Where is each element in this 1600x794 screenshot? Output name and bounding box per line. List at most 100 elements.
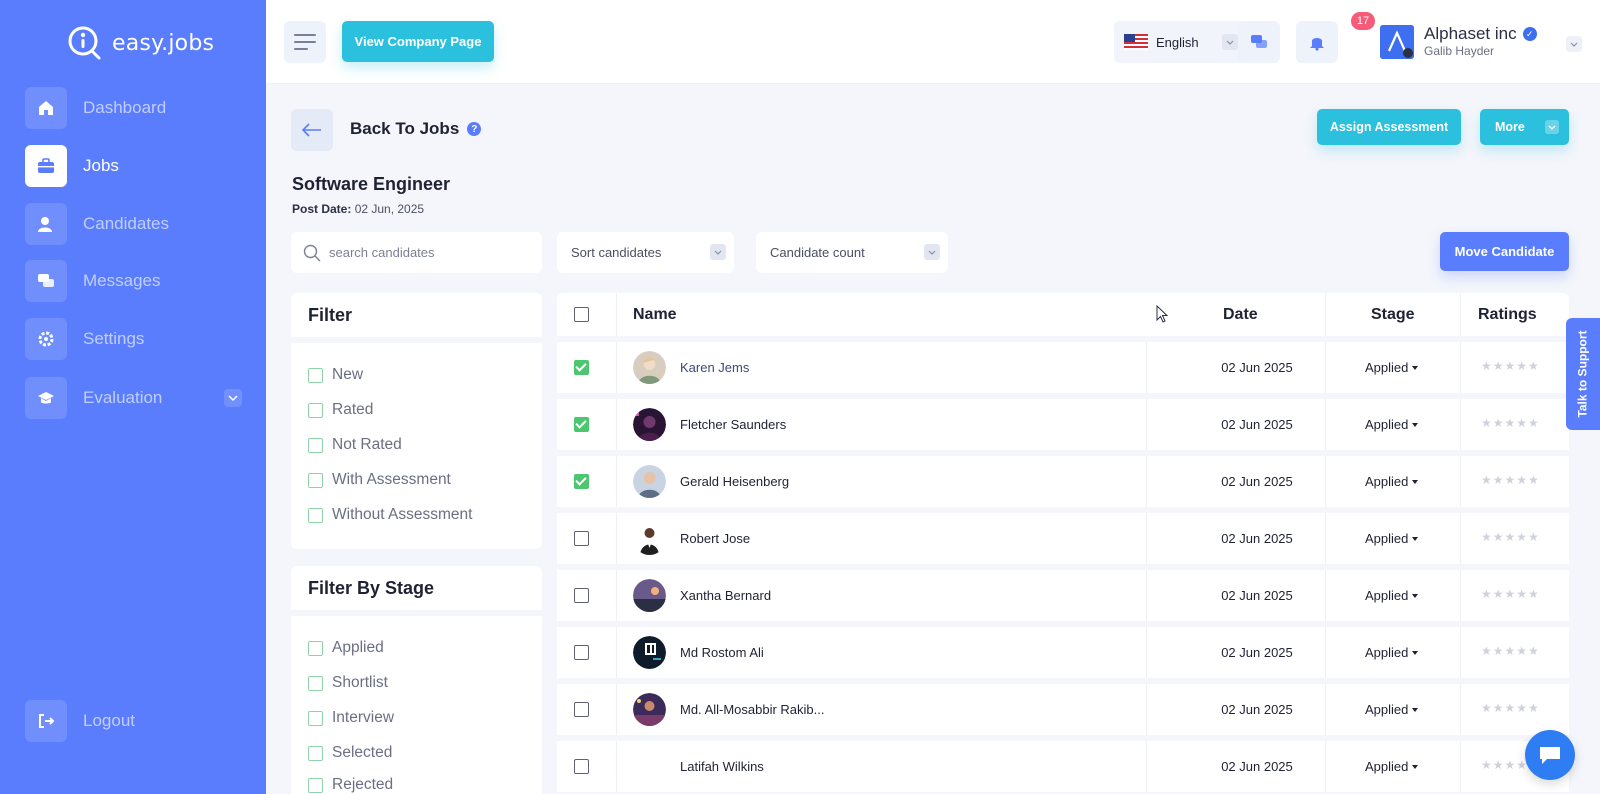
help-icon[interactable]: ?: [467, 122, 482, 136]
talk-to-support-tab[interactable]: Talk to Support: [1566, 318, 1600, 430]
row-checkbox[interactable]: [574, 759, 589, 774]
sidebar-item-settings[interactable]: Settings: [25, 318, 265, 360]
candidate-name[interactable]: Latifah Wilkins: [680, 759, 764, 774]
sort-candidates-select[interactable]: Sort candidates: [557, 232, 734, 273]
checkbox[interactable]: [308, 675, 323, 691]
assign-assessment-button[interactable]: Assign Assessment: [1317, 109, 1461, 145]
sidebar-item-dashboard[interactable]: Dashboard: [25, 87, 265, 129]
live-chat-button[interactable]: [1525, 730, 1575, 780]
table-row[interactable]: Karen Jems 02 Jun 2025 Applied ★★★★★: [557, 342, 1569, 393]
messages-button[interactable]: [1238, 21, 1280, 63]
move-candidate-button[interactable]: Move Candidate: [1440, 232, 1569, 271]
stage-dropdown[interactable]: Applied: [1365, 360, 1419, 375]
rating-stars[interactable]: ★★★★★: [1481, 359, 1540, 373]
table-row[interactable]: Fletcher Saunders 02 Jun 2025 Applied ★★★★★: [557, 399, 1569, 450]
checkbox[interactable]: [308, 745, 323, 761]
table-row[interactable]: Xantha Bernard 02 Jun 2025 Applied ★★★★★: [557, 570, 1569, 621]
candidate-count-select[interactable]: Candidate count: [756, 232, 948, 273]
row-checkbox[interactable]: [574, 531, 589, 546]
column-stage[interactable]: Stage: [1371, 306, 1415, 324]
stage-dropdown[interactable]: Applied: [1365, 645, 1419, 660]
table-row[interactable]: Robert Jose 02 Jun 2025 Applied ★★★★★: [557, 513, 1569, 564]
stage-dropdown[interactable]: Applied: [1365, 474, 1419, 489]
candidate-name[interactable]: Robert Jose: [680, 531, 750, 546]
menu-toggle-button[interactable]: [284, 21, 326, 63]
rating-stars[interactable]: ★★★★★: [1481, 416, 1540, 430]
checkbox[interactable]: [308, 472, 323, 488]
candidate-name[interactable]: Xantha Bernard: [680, 588, 771, 603]
sidebar-item-evaluation[interactable]: Evaluation: [25, 377, 265, 419]
stage-filter-interview[interactable]: Interview: [308, 709, 394, 727]
filter-with-assessment[interactable]: With Assessment: [308, 471, 451, 489]
filter-without-assessment[interactable]: Without Assessment: [308, 506, 472, 524]
candidate-name[interactable]: Karen Jems: [680, 360, 749, 375]
candidate-name[interactable]: Fletcher Saunders: [680, 417, 786, 432]
filter-new[interactable]: New: [308, 366, 363, 384]
checkbox[interactable]: [308, 710, 323, 726]
stage-filter-shortlist[interactable]: Shortlist: [308, 674, 388, 692]
search-input[interactable]: search candidates: [291, 232, 542, 273]
sidebar-item-jobs[interactable]: Jobs: [25, 145, 265, 187]
checkbox[interactable]: [308, 640, 323, 656]
language-select[interactable]: English: [1114, 21, 1246, 63]
row-checkbox[interactable]: [574, 417, 589, 432]
notifications-button[interactable]: [1296, 21, 1338, 63]
select-all-checkbox[interactable]: [574, 307, 589, 322]
rating-stars[interactable]: ★★★★★: [1481, 644, 1540, 658]
checkbox[interactable]: [308, 402, 323, 418]
logout-button[interactable]: Logout: [25, 700, 265, 742]
stage-dropdown[interactable]: Applied: [1365, 531, 1419, 546]
checkbox[interactable]: [308, 777, 323, 793]
filter-not-rated[interactable]: Not Rated: [308, 436, 402, 454]
rating-stars[interactable]: ★★★★★: [1481, 587, 1540, 601]
chevron-down-icon[interactable]: [224, 389, 242, 407]
candidate-avatar[interactable]: [633, 351, 666, 384]
stage-dropdown[interactable]: Applied: [1365, 702, 1419, 717]
candidate-name[interactable]: Md. All-Mosabbir Rakib...: [680, 702, 825, 717]
column-name[interactable]: Name: [633, 306, 677, 324]
candidate-name[interactable]: Gerald Heisenberg: [680, 474, 789, 489]
table-row[interactable]: Gerald Heisenberg 02 Jun 2025 Applied ★★★★★: [557, 456, 1569, 507]
company-avatar[interactable]: [1380, 25, 1414, 59]
candidate-avatar[interactable]: [633, 522, 666, 555]
candidate-avatar[interactable]: [633, 579, 666, 612]
chevron-down-icon[interactable]: [1566, 36, 1582, 52]
more-button[interactable]: More: [1480, 109, 1569, 145]
row-checkbox[interactable]: [574, 702, 589, 717]
row-checkbox[interactable]: [574, 588, 589, 603]
column-ratings[interactable]: Ratings: [1478, 306, 1537, 324]
checkbox[interactable]: [308, 437, 323, 453]
row-checkbox[interactable]: [574, 474, 589, 489]
rating-stars[interactable]: ★★★★★: [1481, 701, 1540, 715]
row-checkbox[interactable]: [574, 360, 589, 375]
candidate-avatar[interactable]: [633, 693, 666, 726]
candidate-avatar[interactable]: [633, 408, 666, 441]
table-row[interactable]: Md. All-Mosabbir Rakib... 02 Jun 2025 Appl…: [557, 684, 1569, 735]
stage-filter-rejected[interactable]: Rejected: [308, 776, 393, 794]
stage-filter-applied[interactable]: Applied: [308, 639, 384, 657]
candidate-avatar[interactable]: [633, 465, 666, 498]
filter-rated[interactable]: Rated: [308, 401, 373, 419]
sidebar-item-messages[interactable]: Messages: [25, 260, 265, 302]
candidate-avatar[interactable]: [633, 750, 666, 783]
company-name[interactable]: Alphaset inc ✓: [1424, 24, 1537, 44]
stage-dropdown[interactable]: Applied: [1365, 417, 1419, 432]
sidebar-item-candidates[interactable]: Candidates: [25, 203, 265, 245]
table-row[interactable]: Md Rostom Ali 02 Jun 2025 Applied ★★★★★: [557, 627, 1569, 678]
back-button[interactable]: [291, 109, 333, 151]
stage-dropdown[interactable]: Applied: [1365, 759, 1419, 774]
back-to-jobs-link[interactable]: Back To Jobs ?: [350, 119, 482, 139]
candidate-name[interactable]: Md Rostom Ali: [680, 645, 764, 660]
checkbox[interactable]: [308, 507, 323, 523]
rating-stars[interactable]: ★★★★★: [1481, 473, 1540, 487]
brand-logo[interactable]: easy.jobs: [66, 24, 214, 62]
stage-filter-selected[interactable]: Selected: [308, 744, 392, 762]
table-row[interactable]: Latifah Wilkins 02 Jun 2025 Applied ★★★★★: [557, 741, 1569, 792]
stage-dropdown[interactable]: Applied: [1365, 588, 1419, 603]
checkbox[interactable]: [308, 367, 323, 383]
view-company-page-button[interactable]: View Company Page: [342, 21, 494, 62]
candidate-avatar[interactable]: [633, 636, 666, 669]
row-checkbox[interactable]: [574, 645, 589, 660]
rating-stars[interactable]: ★★★★★: [1481, 530, 1540, 544]
column-date[interactable]: Date: [1223, 306, 1258, 324]
